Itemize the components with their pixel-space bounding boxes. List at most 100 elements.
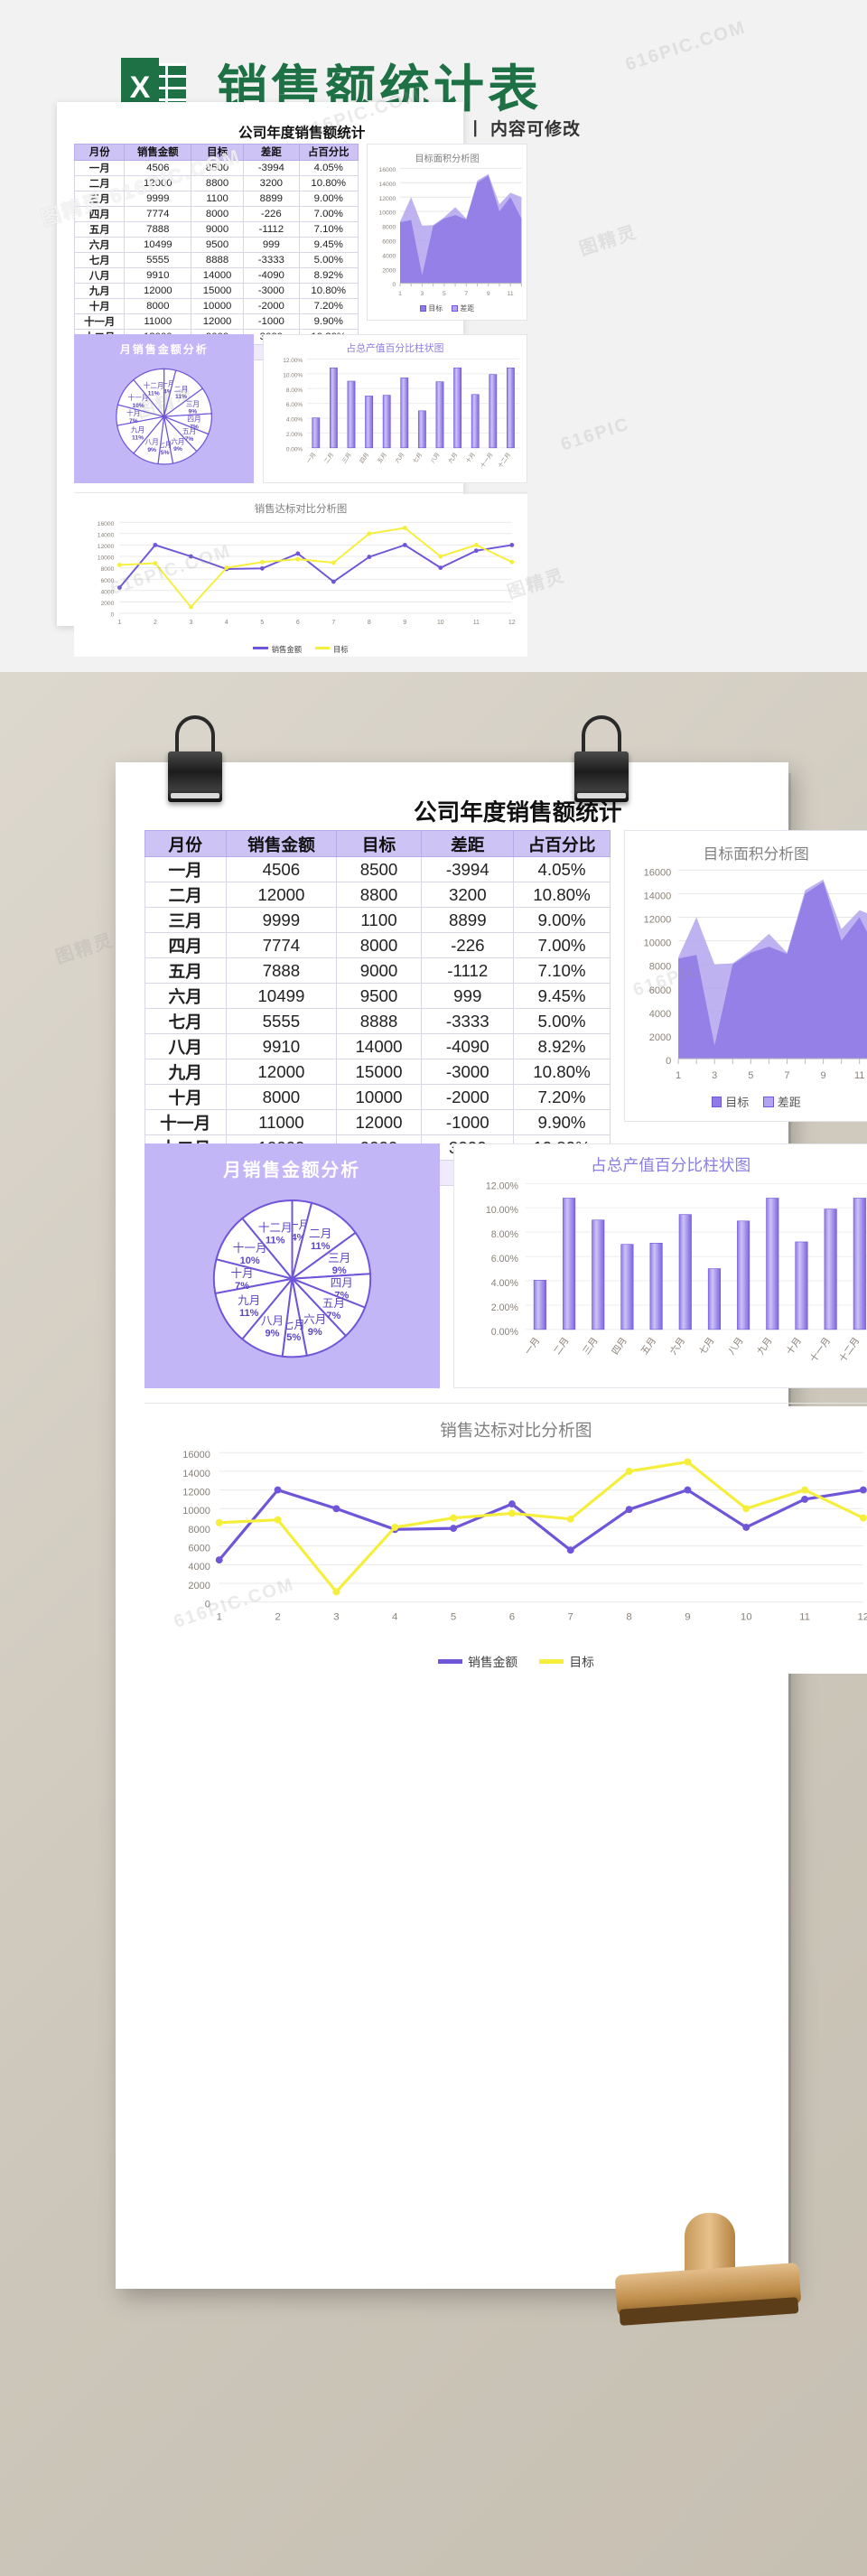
page-title: 公司年度销售额统计 <box>413 800 622 826</box>
legend-label: 销售金额 <box>271 645 303 654</box>
cell-value: 10.80% <box>298 282 359 299</box>
cell-value: -4090 <box>242 266 300 284</box>
cell-value: -1000 <box>421 1109 515 1136</box>
svg-text:五月: 五月 <box>639 1335 659 1357</box>
table-row: 七月 5555 8888 -3333 5.00% <box>144 1008 611 1035</box>
svg-text:4.00%: 4.00% <box>286 416 303 423</box>
cell-value: 9.00% <box>298 190 359 207</box>
svg-text:10: 10 <box>740 1612 751 1623</box>
svg-text:11%: 11% <box>239 1308 259 1319</box>
table-row: 六月 10499 9500 999 9.45% <box>144 983 611 1010</box>
column-header: 差距 <box>421 829 515 858</box>
svg-text:6.00%: 6.00% <box>286 402 303 408</box>
svg-text:10000: 10000 <box>182 1506 210 1517</box>
section-divider <box>74 492 527 493</box>
svg-text:5: 5 <box>261 620 265 626</box>
svg-text:6000: 6000 <box>382 238 396 245</box>
cell-value: 12000 <box>191 313 244 330</box>
cell-value: 8.92% <box>513 1033 611 1060</box>
cell-month: 六月 <box>144 983 227 1010</box>
svg-text:四月: 四月 <box>359 452 370 464</box>
svg-text:1: 1 <box>398 290 402 296</box>
svg-text:11: 11 <box>473 620 480 626</box>
table-header-row: 月份 销售金额 目标 差距 占百分比 <box>144 829 611 858</box>
cell-value: -226 <box>242 205 300 222</box>
cell-month: 五月 <box>74 220 126 238</box>
svg-text:9%: 9% <box>307 1327 322 1338</box>
cell-value: 5.00% <box>298 251 359 268</box>
svg-text:2.00%: 2.00% <box>286 432 303 438</box>
cell-value: 9.90% <box>513 1109 611 1136</box>
svg-text:一月: 一月 <box>306 452 318 464</box>
svg-text:九月: 九月 <box>238 1294 260 1307</box>
svg-text:二月: 二月 <box>174 385 188 393</box>
svg-text:8.00%: 8.00% <box>286 387 303 394</box>
line-chart-panel: 销售达标对比分析图 16000 14000 12000 10000 8000 6000 400… <box>74 494 527 658</box>
cell-value: 3200 <box>421 882 515 909</box>
legend-swatch <box>437 1658 463 1664</box>
cell-value: 7.10% <box>298 220 359 238</box>
svg-text:9: 9 <box>685 1612 690 1623</box>
cell-value: 9910 <box>225 1033 337 1060</box>
svg-text:12.00%: 12.00% <box>283 358 303 364</box>
column-header: 月份 <box>74 143 126 161</box>
svg-text:八月: 八月 <box>430 452 442 464</box>
cell-value: 10499 <box>124 236 192 253</box>
cell-value: 8500 <box>191 159 244 176</box>
svg-text:9: 9 <box>404 620 407 626</box>
cell-month: 十一月 <box>74 313 126 330</box>
svg-text:七月: 七月 <box>697 1335 717 1357</box>
legend-label: 差距 <box>460 304 475 313</box>
svg-text:十一月: 十一月 <box>232 1242 266 1255</box>
svg-text:三月: 三月 <box>186 400 200 408</box>
binder-clip-right <box>574 715 629 824</box>
cell-value: 8000 <box>124 297 192 314</box>
cell-month: 十一月 <box>144 1109 227 1136</box>
svg-text:8: 8 <box>368 620 371 626</box>
svg-text:六月: 六月 <box>668 1335 688 1357</box>
table-row: 五月 7888 9000 -1112 7.10% <box>144 957 611 985</box>
table-row: 八月 9910 14000 -4090 8.92% <box>74 266 359 284</box>
cell-value: -3333 <box>242 251 300 268</box>
area-chart-panel: 目标面积分析图 0 2000 4000 6000 8000 10000 12000 14000 1… <box>367 143 527 322</box>
cell-month: 二月 <box>74 174 126 191</box>
cell-value: 8800 <box>335 882 423 909</box>
svg-text:九月: 九月 <box>755 1335 775 1357</box>
svg-text:3: 3 <box>190 620 193 626</box>
svg-text:0: 0 <box>393 282 396 288</box>
svg-text:16000: 16000 <box>98 521 115 527</box>
cell-value: 7.20% <box>298 297 359 314</box>
svg-text:10000: 10000 <box>379 210 396 216</box>
svg-text:九月: 九月 <box>447 451 460 464</box>
table-row: 一月 4506 8500 -3994 4.05% <box>144 856 611 883</box>
cell-month: 五月 <box>144 957 227 985</box>
svg-text:12000: 12000 <box>98 544 115 550</box>
svg-text:7: 7 <box>465 290 469 296</box>
svg-text:8.00%: 8.00% <box>491 1229 519 1240</box>
svg-text:10: 10 <box>437 620 444 626</box>
svg-text:2000: 2000 <box>101 601 115 607</box>
svg-text:10.00%: 10.00% <box>486 1205 519 1216</box>
pie-chart-svg: 一月4% 二月11%三月9%四月7%五月7%六月9%七月5%八月9%九月11%十月… <box>116 368 213 465</box>
legend-swatch <box>711 1097 722 1108</box>
svg-text:14000: 14000 <box>644 891 672 901</box>
table-row: 七月 5555 8888 -3333 5.00% <box>74 251 359 268</box>
svg-text:7%: 7% <box>235 1281 249 1292</box>
svg-text:七月: 七月 <box>411 451 424 464</box>
svg-text:12.00%: 12.00% <box>486 1181 519 1191</box>
legend-item: 目标 <box>711 1096 749 1109</box>
svg-text:10.00%: 10.00% <box>283 372 303 378</box>
cell-value: 11000 <box>225 1109 337 1136</box>
cell-value: 7.20% <box>513 1084 611 1111</box>
svg-text:十二月: 十二月 <box>836 1335 862 1365</box>
cell-value: 7888 <box>225 957 337 985</box>
cell-value: 9999 <box>225 907 337 934</box>
legend-item: 差距 <box>451 304 475 313</box>
cell-value: 1100 <box>191 190 244 207</box>
svg-text:1: 1 <box>118 620 122 626</box>
svg-text:五月: 五月 <box>182 427 196 435</box>
column-header: 差距 <box>242 143 300 161</box>
cell-value: 5.00% <box>513 1008 611 1035</box>
svg-text:6000: 6000 <box>188 1544 210 1554</box>
legend-item: 目标 <box>419 304 443 313</box>
